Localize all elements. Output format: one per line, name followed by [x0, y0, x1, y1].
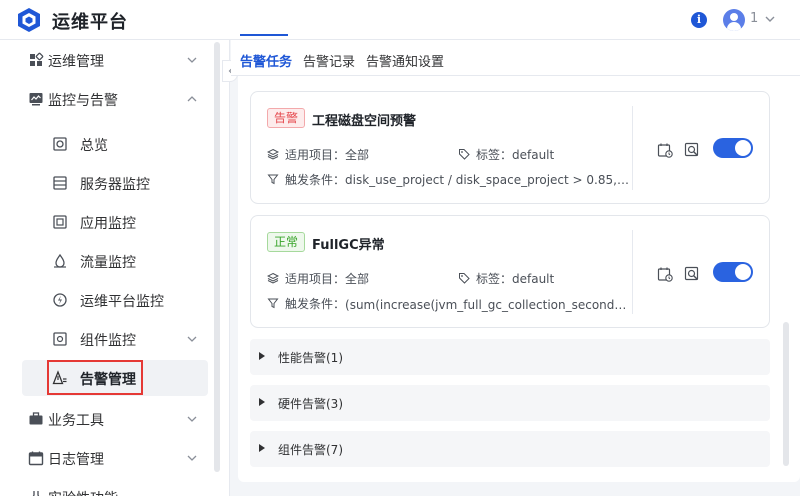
tab-active-indicator [240, 34, 288, 36]
sidebar-item-label: 运维平台监控 [80, 294, 164, 310]
sidebar-item-label: 实验性功能 [48, 488, 118, 496]
group-label: 硬件告警(3) [278, 397, 343, 411]
sidebar-item-label: 总览 [80, 138, 108, 154]
alert-group-performance[interactable]: 性能告警(1) [250, 339, 770, 375]
chevron-down-icon [187, 455, 197, 461]
schedule-icon[interactable] [657, 266, 673, 282]
sidebar-item-overview[interactable]: 总览 [22, 126, 208, 162]
app-title: 运维平台 [52, 12, 128, 33]
lightning-icon [53, 293, 67, 307]
caret-right-icon [259, 444, 265, 452]
tag-row: 标签：default [458, 270, 554, 287]
tab-alert-tasks[interactable]: 告警任务 [240, 51, 292, 70]
sidebar: 运维管理 监控与告警 总览 服务器监控 应用监控 流量监控 运维平台监控 组件监… [0, 40, 230, 496]
search-record-icon[interactable] [684, 142, 700, 158]
group-label: 组件告警(7) [278, 443, 343, 457]
tab-notification-settings[interactable]: 告警通知设置 [366, 51, 444, 70]
project-label: 适用项目：全部 [285, 148, 370, 162]
sidebar-item-app-monitoring[interactable]: 应用监控 [22, 204, 208, 240]
dashboard-icon [53, 137, 67, 151]
server-icon [53, 176, 67, 190]
schedule-icon[interactable] [657, 142, 673, 158]
status-badge: 正常 [267, 232, 306, 252]
user-avatar[interactable] [723, 9, 745, 31]
sidebar-item-business-tools[interactable]: 业务工具 [0, 401, 214, 437]
highlight-box [47, 360, 143, 395]
filter-icon [267, 298, 279, 309]
component-icon [53, 332, 67, 346]
info-icon[interactable]: i [691, 12, 707, 28]
monitor-icon [29, 93, 43, 106]
sidebar-item-label: 运维管理 [48, 54, 104, 70]
tag-label: 标签：default [476, 148, 555, 162]
briefcase-icon [29, 412, 43, 425]
app-icon [53, 215, 67, 229]
trigger-row: 触发条件：(sum(increase(jvm_full_gc_collectio… [267, 295, 630, 312]
status-badge: 告警 [267, 108, 306, 128]
grid-icon [30, 52, 44, 66]
sidebar-item-monitoring-alerts[interactable]: 监控与告警 [0, 81, 214, 117]
user-name[interactable]: 1 [750, 11, 758, 26]
sidebar-item-label: 服务器监控 [80, 177, 150, 193]
layers-icon [267, 272, 279, 284]
sidebar-item-component-monitoring[interactable]: 组件监控 [22, 321, 208, 357]
chevron-down-icon [187, 57, 197, 63]
trigger-label: 触发条件： [285, 297, 346, 311]
sidebar-item-platform-monitoring[interactable]: 运维平台监控 [22, 282, 208, 318]
card-divider [632, 230, 633, 314]
tag-icon [459, 273, 470, 284]
sidebar-item-traffic-monitoring[interactable]: 流量监控 [22, 243, 208, 279]
project-row: 适用项目：全部 [267, 146, 369, 163]
enable-toggle[interactable] [713, 262, 753, 282]
sidebar-item-server-monitoring[interactable]: 服务器监控 [22, 165, 208, 201]
card-divider [632, 106, 633, 190]
tab-alert-records[interactable]: 告警记录 [303, 51, 355, 70]
alert-task-card: 告警 工程磁盘空间预警 适用项目：全部 标签：default 触发条件：disk… [250, 91, 770, 204]
sidebar-item-label: 应用监控 [80, 216, 136, 232]
layers-icon [267, 148, 279, 160]
trigger-condition: (sum(increase(jvm_full_gc_collection_sec… [345, 298, 631, 312]
top-header: 运维平台 i 1 [0, 0, 800, 40]
search-record-icon[interactable] [684, 266, 700, 282]
alert-group-hardware[interactable]: 硬件告警(3) [250, 385, 770, 421]
sidebar-item-label: 业务工具 [48, 413, 104, 429]
sidebar-item-experimental[interactable]: 实验性功能 [0, 479, 214, 496]
calendar-icon [28, 451, 44, 466]
sidebar-scrollbar[interactable] [214, 42, 220, 472]
project-row: 适用项目：全部 [267, 270, 369, 287]
alert-task-title: 工程磁盘空间预警 [312, 114, 417, 129]
chevron-down-icon [187, 336, 197, 342]
trigger-label: 触发条件： [285, 173, 346, 187]
sidebar-item-label: 流量监控 [80, 255, 136, 271]
sidebar-item-label: 组件监控 [80, 333, 136, 349]
content-scrollbar[interactable] [783, 322, 789, 466]
chevron-down-icon[interactable] [763, 12, 777, 26]
trigger-row: 触发条件：disk_use_project / disk_space_proje… [267, 171, 630, 188]
sidebar-item-label: 日志管理 [48, 452, 104, 468]
platform-logo-icon [18, 8, 40, 32]
caret-right-icon [259, 352, 265, 360]
alert-task-card: 正常 FullGC异常 适用项目：全部 标签：default 触发条件：(sum… [250, 215, 770, 328]
chevron-down-icon [187, 416, 197, 422]
tag-row: 标签：default [458, 146, 554, 163]
flask-icon [32, 491, 40, 496]
tag-label: 标签：default [476, 272, 555, 286]
project-label: 适用项目：全部 [285, 272, 370, 286]
enable-toggle[interactable] [713, 138, 753, 158]
tag-icon [459, 149, 470, 160]
filter-icon [267, 174, 279, 185]
trigger-condition: disk_use_project / disk_space_project > … [345, 173, 630, 187]
sidebar-item-ops-management[interactable]: 运维管理 [0, 42, 214, 78]
traffic-drop-icon [54, 253, 66, 268]
caret-right-icon [259, 398, 265, 406]
alert-group-component[interactable]: 组件告警(7) [250, 431, 770, 467]
sidebar-item-log-management[interactable]: 日志管理 [0, 440, 214, 476]
group-label: 性能告警(1) [278, 351, 343, 365]
alert-task-title: FullGC异常 [312, 238, 385, 253]
tab-bar: 告警任务 告警记录 告警通知设置 [231, 40, 800, 76]
sidebar-item-label: 监控与告警 [48, 93, 118, 109]
chevron-up-icon [187, 96, 197, 102]
